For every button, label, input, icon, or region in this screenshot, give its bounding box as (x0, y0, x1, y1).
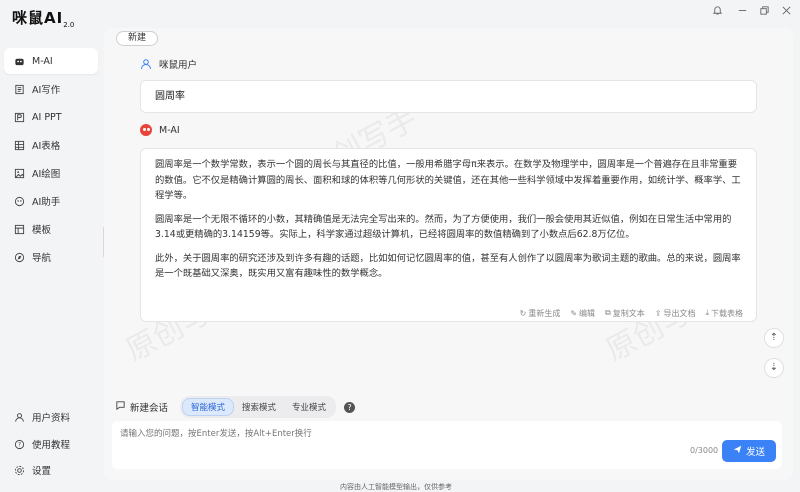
user-message: 圆周率 (140, 80, 757, 113)
copy-button[interactable]: ⧉ 复制文本 (605, 308, 645, 319)
ai-avatar-icon (140, 124, 152, 136)
sidebar-item-label: 用户资料 (32, 413, 71, 424)
send-button[interactable]: 发送 (722, 440, 776, 462)
compass-icon (14, 252, 25, 263)
sidebar-item-settings[interactable]: 设置 (4, 457, 98, 483)
svg-text:?: ? (18, 441, 21, 448)
sidebar-item-label: 导航 (32, 253, 52, 264)
sidebar-item-label: AI绘图 (32, 169, 61, 180)
mode-search[interactable]: 搜索模式 (234, 399, 284, 415)
sidebar-item-label: AI PPT (32, 111, 62, 123)
new-session-button[interactable]: 新建会话 (115, 400, 168, 414)
new-session-label: 新建会话 (130, 403, 169, 414)
sidebar-item-user-profile[interactable]: 用户资料 (4, 404, 98, 430)
answer-paragraph: 圆周率是一个无限不循环的小数，其精确值是无法完全写出来的。然而，为了方便使用，我… (155, 213, 732, 241)
ai-header: M-AI (140, 124, 180, 136)
sidebar-item-ai-table[interactable]: AI表格 (4, 132, 98, 158)
ppt-icon (14, 112, 25, 123)
chat-icon (115, 400, 126, 414)
refresh-icon: ↻ (519, 308, 527, 318)
sidebar-item-label: M-AI (32, 55, 53, 67)
prompt-input[interactable] (120, 427, 680, 463)
sidebar-item-label: AI写作 (32, 85, 61, 96)
mode-bar: 新建会话 智能模式 搜索模式 专业模式 ? (115, 396, 356, 418)
download-icon: ⇣ (769, 362, 779, 373)
user-header: 咪鼠用户 (140, 57, 197, 71)
ai-answer: 圆周率是一个数学常数，表示一个圆的周长与其直径的比值，一般用希腊字母π来表示。在… (140, 148, 757, 322)
bell-icon[interactable] (708, 4, 726, 22)
export-button[interactable]: ⇪ 导出文档 (655, 308, 696, 319)
minimize-icon[interactable] (733, 4, 751, 22)
sidebar-item-template[interactable]: 模板 (4, 216, 98, 242)
mode-professional[interactable]: 专业模式 (284, 399, 334, 415)
char-counter: 0/3000 (690, 446, 719, 455)
assistant-icon (14, 196, 25, 207)
gear-icon (14, 465, 25, 476)
sidebar-item-label: 设置 (32, 466, 52, 477)
send-icon (733, 445, 742, 457)
sidebar-item-ai-ppt[interactable]: AI PPT (4, 104, 98, 130)
ai-name: M-AI (159, 124, 180, 136)
title-bar: 咪鼠AI2.0 (0, 0, 800, 29)
user-avatar-icon (140, 58, 152, 70)
user-icon (14, 412, 25, 423)
help-icon: ? (14, 439, 25, 450)
composer (112, 421, 782, 469)
sidebar-item-label: 使用教程 (32, 440, 71, 451)
edit-button[interactable]: ✎ 编辑 (570, 308, 595, 319)
sidebar-item-label: AI表格 (32, 141, 61, 152)
scroll-top-button[interactable]: ⇡ (764, 328, 784, 348)
scroll-bottom-button[interactable]: ⇣ (764, 358, 784, 378)
question-icon[interactable]: ? (344, 401, 356, 413)
new-button[interactable]: 新建 (116, 31, 158, 46)
answer-paragraph: 圆周率是一个数学常数，表示一个圆的周长与其直径的比值，一般用希腊字母π来表示。在… (155, 159, 741, 201)
restore-icon[interactable] (755, 4, 773, 22)
sidebar-item-ai-writing[interactable]: AI写作 (4, 76, 98, 102)
send-label: 发送 (745, 447, 765, 458)
sidebar-item-navigation[interactable]: 导航 (4, 244, 98, 270)
write-icon (14, 84, 25, 95)
copy-icon: ⧉ (605, 308, 611, 317)
mode-selector: 智能模式 搜索模式 专业模式 (180, 396, 337, 418)
image-icon (14, 168, 25, 179)
sidebar-item-tutorial[interactable]: ? 使用教程 (4, 431, 98, 457)
answer-paragraph: 此外，关于圆周率的研究还涉及到许多有趣的话题，比如如何记忆圆周率的值，甚至有人创… (155, 252, 741, 280)
template-icon (14, 224, 25, 235)
sidebar-item-label: 模板 (32, 225, 52, 236)
download-table-button[interactable]: ⤓ 下载表格 (705, 308, 743, 319)
regenerate-button[interactable]: ↻ 重新生成 (520, 308, 561, 319)
app-logo: 咪鼠AI2.0 (12, 9, 75, 29)
download-icon: ⤓ (705, 308, 709, 317)
upload-icon: ⇡ (769, 332, 779, 343)
close-icon[interactable] (777, 4, 795, 22)
user-name: 咪鼠用户 (159, 60, 198, 71)
edit-icon: ✎ (570, 308, 578, 318)
export-icon: ⇪ (654, 308, 662, 318)
sidebar-item-ai-assistant[interactable]: AI助手 (4, 188, 98, 214)
footer-note: 内容由人工智能模型输出，仅供参考 (340, 483, 452, 491)
answer-actions: ↻ 重新生成 ✎ 编辑 ⧉ 复制文本 ⇪ 导出文档 ⤓ 下载表格 (140, 304, 757, 322)
sidebar-item-label: AI助手 (32, 197, 61, 208)
sidebar-item-m-ai[interactable]: M-AI (4, 48, 98, 74)
table-icon (14, 140, 25, 151)
mode-smart[interactable]: 智能模式 (182, 398, 235, 416)
sidebar-item-ai-drawing[interactable]: AI绘图 (4, 160, 98, 186)
mouse-icon (14, 56, 25, 67)
